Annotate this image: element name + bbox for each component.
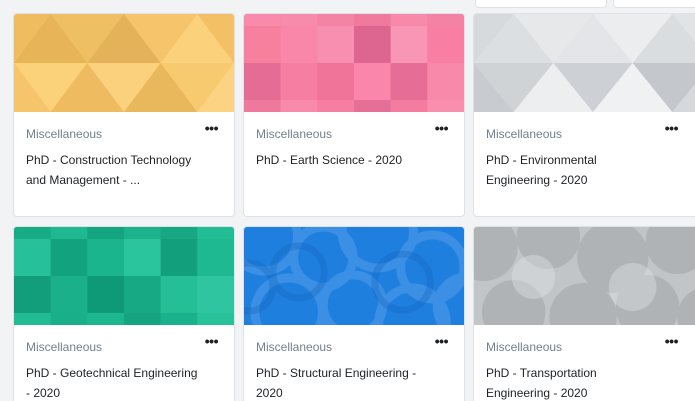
course-title[interactable]: PhD - Construction Technology and Manage… xyxy=(26,150,201,190)
course-image[interactable] xyxy=(14,14,234,112)
more-options-icon[interactable]: ••• xyxy=(205,333,219,349)
course-category: Miscellaneous xyxy=(26,340,103,354)
course-image[interactable] xyxy=(14,227,234,325)
circle-pattern-image xyxy=(244,227,464,325)
course-category: Miscellaneous xyxy=(256,340,333,354)
more-options-icon[interactable]: ••• xyxy=(205,120,219,136)
more-options-icon[interactable]: ••• xyxy=(435,120,449,136)
course-title[interactable]: PhD - Environmental Engineering - 2020 xyxy=(486,150,661,190)
course-grid: Miscellaneous PhD - Construction Technol… xyxy=(0,0,695,401)
course-image[interactable] xyxy=(474,227,695,325)
course-card[interactable]: Miscellaneous PhD - Environmental Engine… xyxy=(473,13,695,217)
course-card[interactable]: Miscellaneous PhD - Transportation Engin… xyxy=(473,226,695,401)
course-card[interactable]: Miscellaneous PhD - Construction Technol… xyxy=(13,13,235,217)
circle-pattern-image xyxy=(474,227,695,325)
course-title[interactable]: PhD - Structural Engineering - 2020 xyxy=(256,363,431,401)
course-category: Miscellaneous xyxy=(486,340,563,354)
course-title[interactable]: PhD - Transportation Engineering - 2020 xyxy=(486,363,661,401)
course-card[interactable]: Miscellaneous PhD - Earth Science - 2020… xyxy=(243,13,465,217)
course-card[interactable]: Miscellaneous PhD - Geotechnical Enginee… xyxy=(13,226,235,401)
course-card[interactable]: Miscellaneous PhD - Structural Engineeri… xyxy=(243,226,465,401)
square-pattern-image xyxy=(244,14,464,112)
course-category: Miscellaneous xyxy=(256,127,333,141)
course-title[interactable]: PhD - Earth Science - 2020 xyxy=(256,150,431,170)
course-image[interactable] xyxy=(244,227,464,325)
course-category: Miscellaneous xyxy=(486,127,563,141)
triangle-pattern-image xyxy=(14,14,234,112)
square-pattern-image xyxy=(14,227,234,325)
card-above-bottom-edge xyxy=(613,0,695,8)
more-options-icon[interactable]: ••• xyxy=(665,120,679,136)
course-image[interactable] xyxy=(244,14,464,112)
card-above-bottom-edge xyxy=(475,0,607,8)
triangle-pattern-image xyxy=(474,14,695,112)
more-options-icon[interactable]: ••• xyxy=(435,333,449,349)
more-options-icon[interactable]: ••• xyxy=(665,333,679,349)
course-image[interactable] xyxy=(474,14,695,112)
course-title[interactable]: PhD - Geotechnical Engineering - 2020 xyxy=(26,363,201,401)
course-category: Miscellaneous xyxy=(26,127,103,141)
